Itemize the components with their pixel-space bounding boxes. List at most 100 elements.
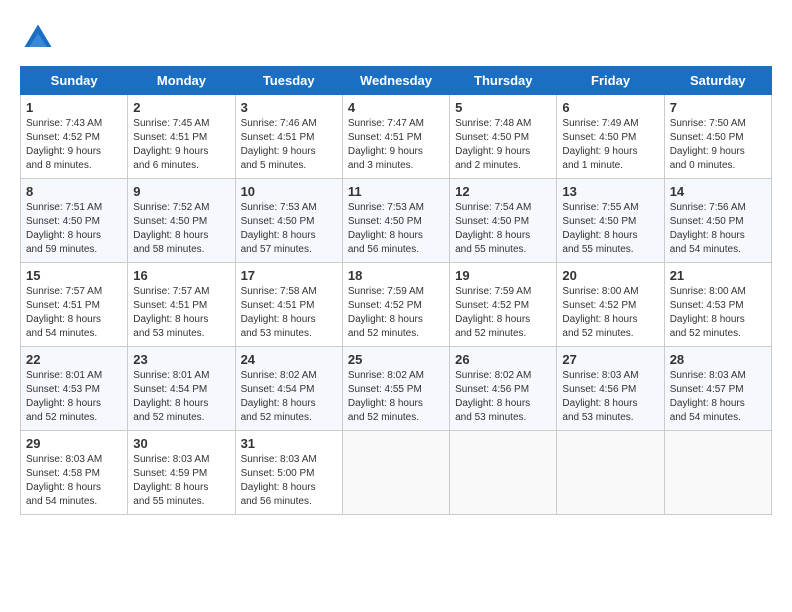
calendar-cell: 19 Sunrise: 7:59 AM Sunset: 4:52 PM Dayli…	[450, 263, 557, 347]
day-number: 9	[133, 184, 229, 199]
calendar-cell: 10 Sunrise: 7:53 AM Sunset: 4:50 PM Dayli…	[235, 179, 342, 263]
day-info: Sunrise: 8:01 AM Sunset: 4:53 PM Dayligh…	[26, 369, 122, 425]
day-info: Sunrise: 8:03 AM Sunset: 5:00 PM Dayligh…	[241, 453, 337, 509]
calendar-cell: 6 Sunrise: 7:49 AM Sunset: 4:50 PM Daylig…	[557, 95, 664, 179]
calendar-cell: 23 Sunrise: 8:01 AM Sunset: 4:54 PM Dayli…	[128, 347, 235, 431]
calendar-cell	[450, 431, 557, 515]
day-number: 14	[670, 184, 766, 199]
day-number: 2	[133, 100, 229, 115]
day-number: 12	[455, 184, 551, 199]
day-info: Sunrise: 7:47 AM Sunset: 4:51 PM Dayligh…	[348, 117, 444, 173]
day-info: Sunrise: 7:50 AM Sunset: 4:50 PM Dayligh…	[670, 117, 766, 173]
day-number: 29	[26, 436, 122, 451]
day-number: 28	[670, 352, 766, 367]
day-info: Sunrise: 7:48 AM Sunset: 4:50 PM Dayligh…	[455, 117, 551, 173]
day-info: Sunrise: 8:01 AM Sunset: 4:54 PM Dayligh…	[133, 369, 229, 425]
calendar-week-row: 1Sunrise: 7:43 AM Sunset: 4:52 PM Daylig…	[21, 95, 772, 179]
calendar-cell: 12Sunrise: 7:54 AM Sunset: 4:50 PM Dayli…	[450, 179, 557, 263]
calendar-cell	[557, 431, 664, 515]
calendar-cell: 17 Sunrise: 7:58 AM Sunset: 4:51 PM Dayli…	[235, 263, 342, 347]
day-number: 17	[241, 268, 337, 283]
header-wednesday: Wednesday	[342, 67, 449, 95]
day-number: 27	[562, 352, 658, 367]
calendar-week-row: 29 Sunrise: 8:03 AM Sunset: 4:58 PM Dayli…	[21, 431, 772, 515]
day-number: 22	[26, 352, 122, 367]
calendar-cell	[342, 431, 449, 515]
day-number: 6	[562, 100, 658, 115]
header-thursday: Thursday	[450, 67, 557, 95]
day-number: 18	[348, 268, 444, 283]
day-number: 16	[133, 268, 229, 283]
day-number: 23	[133, 352, 229, 367]
logo	[20, 20, 62, 56]
day-number: 21	[670, 268, 766, 283]
calendar-week-row: 15Sunrise: 7:57 AM Sunset: 4:51 PM Dayli…	[21, 263, 772, 347]
calendar-cell: 5 Sunrise: 7:48 AM Sunset: 4:50 PM Daylig…	[450, 95, 557, 179]
day-info: Sunrise: 7:53 AM Sunset: 4:50 PM Dayligh…	[241, 201, 337, 257]
logo-icon	[20, 20, 56, 56]
day-number: 1	[26, 100, 122, 115]
page-header	[20, 20, 772, 56]
calendar-cell: 24 Sunrise: 8:02 AM Sunset: 4:54 PM Dayli…	[235, 347, 342, 431]
calendar-week-row: 22 Sunrise: 8:01 AM Sunset: 4:53 PM Dayli…	[21, 347, 772, 431]
day-info: Sunrise: 8:02 AM Sunset: 4:54 PM Dayligh…	[241, 369, 337, 425]
header-friday: Friday	[557, 67, 664, 95]
calendar-cell: 29 Sunrise: 8:03 AM Sunset: 4:58 PM Dayli…	[21, 431, 128, 515]
day-info: Sunrise: 8:03 AM Sunset: 4:56 PM Dayligh…	[562, 369, 658, 425]
day-number: 5	[455, 100, 551, 115]
header-sunday: Sunday	[21, 67, 128, 95]
day-info: Sunrise: 8:02 AM Sunset: 4:56 PM Dayligh…	[455, 369, 551, 425]
header-monday: Monday	[128, 67, 235, 95]
calendar-cell: 4 Sunrise: 7:47 AM Sunset: 4:51 PM Daylig…	[342, 95, 449, 179]
day-number: 31	[241, 436, 337, 451]
day-number: 19	[455, 268, 551, 283]
calendar-cell: 15Sunrise: 7:57 AM Sunset: 4:51 PM Dayli…	[21, 263, 128, 347]
day-info: Sunrise: 7:58 AM Sunset: 4:51 PM Dayligh…	[241, 285, 337, 341]
calendar-table: SundayMondayTuesdayWednesdayThursdayFrid…	[20, 66, 772, 515]
day-number: 25	[348, 352, 444, 367]
calendar-cell: 22 Sunrise: 8:01 AM Sunset: 4:53 PM Dayli…	[21, 347, 128, 431]
calendar-cell: 11 Sunrise: 7:53 AM Sunset: 4:50 PM Dayli…	[342, 179, 449, 263]
day-info: Sunrise: 7:59 AM Sunset: 4:52 PM Dayligh…	[348, 285, 444, 341]
day-info: Sunrise: 7:57 AM Sunset: 4:51 PM Dayligh…	[133, 285, 229, 341]
day-info: Sunrise: 7:53 AM Sunset: 4:50 PM Dayligh…	[348, 201, 444, 257]
day-number: 24	[241, 352, 337, 367]
day-number: 26	[455, 352, 551, 367]
day-number: 20	[562, 268, 658, 283]
day-number: 10	[241, 184, 337, 199]
calendar-cell: 21 Sunrise: 8:00 AM Sunset: 4:53 PM Dayli…	[664, 263, 771, 347]
calendar-cell: 13 Sunrise: 7:55 AM Sunset: 4:50 PM Dayli…	[557, 179, 664, 263]
day-info: Sunrise: 7:49 AM Sunset: 4:50 PM Dayligh…	[562, 117, 658, 173]
day-info: Sunrise: 7:52 AM Sunset: 4:50 PM Dayligh…	[133, 201, 229, 257]
day-info: Sunrise: 7:57 AM Sunset: 4:51 PM Dayligh…	[26, 285, 122, 341]
header-saturday: Saturday	[664, 67, 771, 95]
calendar-cell: 9 Sunrise: 7:52 AM Sunset: 4:50 PM Daylig…	[128, 179, 235, 263]
day-number: 11	[348, 184, 444, 199]
calendar-header-row: SundayMondayTuesdayWednesdayThursdayFrid…	[21, 67, 772, 95]
calendar-cell: 18 Sunrise: 7:59 AM Sunset: 4:52 PM Dayli…	[342, 263, 449, 347]
calendar-cell: 25 Sunrise: 8:02 AM Sunset: 4:55 PM Dayli…	[342, 347, 449, 431]
calendar-cell: 8 Sunrise: 7:51 AM Sunset: 4:50 PM Daylig…	[21, 179, 128, 263]
day-info: Sunrise: 8:03 AM Sunset: 4:58 PM Dayligh…	[26, 453, 122, 509]
day-number: 13	[562, 184, 658, 199]
calendar-week-row: 8 Sunrise: 7:51 AM Sunset: 4:50 PM Daylig…	[21, 179, 772, 263]
day-info: Sunrise: 7:55 AM Sunset: 4:50 PM Dayligh…	[562, 201, 658, 257]
day-number: 4	[348, 100, 444, 115]
calendar-cell	[664, 431, 771, 515]
header-tuesday: Tuesday	[235, 67, 342, 95]
day-number: 8	[26, 184, 122, 199]
day-info: Sunrise: 7:51 AM Sunset: 4:50 PM Dayligh…	[26, 201, 122, 257]
calendar-cell: 30Sunrise: 8:03 AM Sunset: 4:59 PM Dayli…	[128, 431, 235, 515]
calendar-cell: 3Sunrise: 7:46 AM Sunset: 4:51 PM Daylig…	[235, 95, 342, 179]
day-info: Sunrise: 8:02 AM Sunset: 4:55 PM Dayligh…	[348, 369, 444, 425]
day-info: Sunrise: 7:59 AM Sunset: 4:52 PM Dayligh…	[455, 285, 551, 341]
calendar-cell: 7 Sunrise: 7:50 AM Sunset: 4:50 PM Daylig…	[664, 95, 771, 179]
calendar-cell: 20Sunrise: 8:00 AM Sunset: 4:52 PM Dayli…	[557, 263, 664, 347]
calendar-cell: 16 Sunrise: 7:57 AM Sunset: 4:51 PM Dayli…	[128, 263, 235, 347]
calendar-cell: 1Sunrise: 7:43 AM Sunset: 4:52 PM Daylig…	[21, 95, 128, 179]
day-number: 7	[670, 100, 766, 115]
day-info: Sunrise: 7:46 AM Sunset: 4:51 PM Dayligh…	[241, 117, 337, 173]
day-info: Sunrise: 8:00 AM Sunset: 4:53 PM Dayligh…	[670, 285, 766, 341]
day-number: 30	[133, 436, 229, 451]
calendar-cell: 27 Sunrise: 8:03 AM Sunset: 4:56 PM Dayli…	[557, 347, 664, 431]
